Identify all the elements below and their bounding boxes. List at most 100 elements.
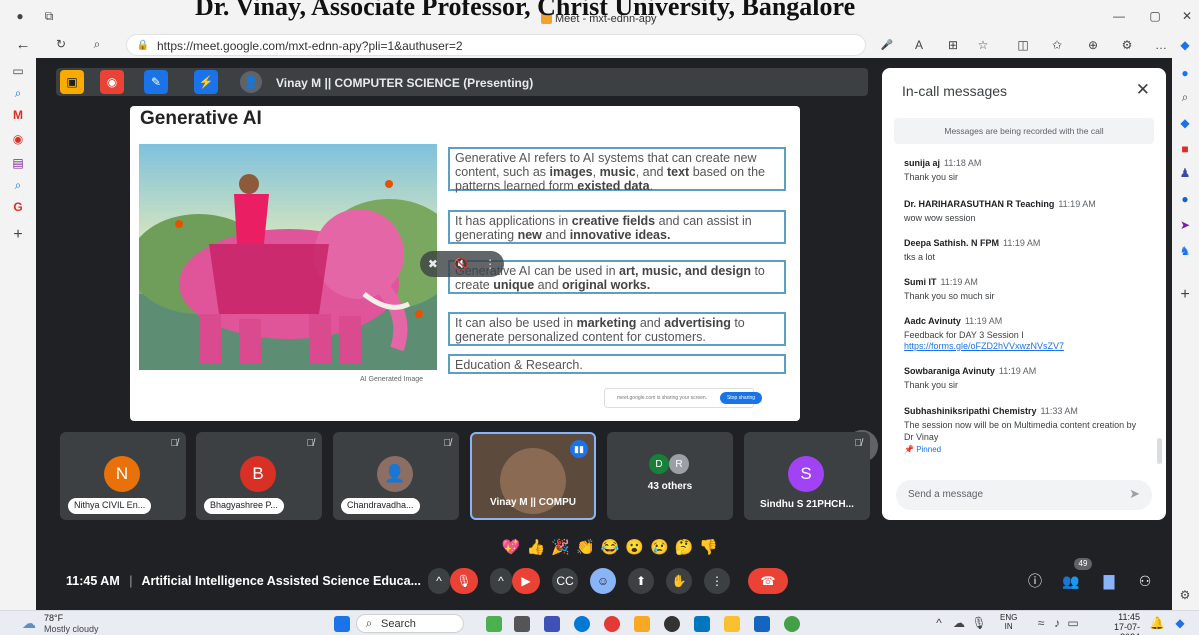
raise-hand-button[interactable]: ✋ [666, 568, 692, 594]
chat-icon[interactable]: ▇ [1100, 572, 1118, 590]
participant-tile[interactable]: 🎙̸ N Nithya CIVIL En... [60, 432, 186, 520]
emoji-button[interactable]: ☺ [590, 568, 616, 594]
sidebar-outlook-icon[interactable]: ● [1178, 192, 1192, 206]
maximize-icon[interactable]: ▢ [1148, 9, 1162, 23]
tray-mic-icon[interactable]: 🎙 [971, 616, 986, 630]
taskbar-search[interactable]: ⌕ Search [356, 614, 464, 633]
favorites-icon[interactable]: ✩ [1050, 38, 1064, 52]
profile-icon[interactable]: ● [14, 9, 26, 23]
url-field[interactable]: 🔒 https://meet.google.com/mxt-ednn-apy?p… [126, 34, 866, 56]
edge-icon[interactable] [574, 616, 590, 632]
sidebar-people-icon[interactable]: ♟ [1178, 166, 1192, 180]
volume-icon[interactable]: ♪ [1050, 616, 1064, 630]
send-message-input[interactable]: Send a message ➤ [896, 480, 1152, 510]
copilot-icon[interactable]: ◆ [1178, 38, 1192, 52]
taskbar-app-icon[interactable] [724, 616, 740, 632]
search-icon[interactable]: ⌕ [11, 86, 25, 100]
notification-bell-icon[interactable]: 🔔 [1150, 616, 1165, 630]
close-icon[interactable]: ✕ [1136, 80, 1150, 100]
app-available-icon[interactable]: ⊞ [946, 38, 960, 52]
participant-tile[interactable]: 🎙̸ 👤 Chandravadha... [333, 432, 459, 520]
mic-off-button[interactable]: 🎙 [450, 568, 478, 594]
reaction-thinking[interactable]: 🤔 [675, 538, 694, 556]
extensions-icon[interactable]: ⚙ [1120, 38, 1134, 52]
more-options-button[interactable]: ⋮ [704, 568, 730, 594]
weather-icon[interactable]: ☁ [20, 614, 38, 632]
tab-list-icon[interactable]: ▭ [11, 64, 25, 78]
sidebar-games-icon[interactable]: ♞ [1178, 244, 1192, 258]
windows-start-icon[interactable] [334, 616, 350, 632]
favorite-star-icon[interactable]: ☆ [976, 38, 990, 52]
record-button-icon[interactable]: ◉ [100, 70, 124, 94]
sidebar-tag-icon[interactable]: ◆ [1178, 116, 1192, 130]
back-icon[interactable]: ← [16, 36, 31, 53]
leave-call-button[interactable]: ☎ [748, 568, 788, 594]
sidebar-app-icon[interactable]: ● [1178, 66, 1192, 80]
camera-off-button[interactable]: ▶ [512, 568, 540, 594]
edit-icon[interactable]: ✎ [144, 70, 168, 94]
sidebar-settings-icon[interactable]: ⚙ [1178, 588, 1192, 602]
language-indicator[interactable]: ENG IN [1000, 613, 1017, 631]
chat-scrollbar[interactable] [1157, 438, 1162, 464]
app-icon[interactable]: ▤ [11, 156, 25, 170]
refresh-icon[interactable]: ↻ [54, 37, 68, 51]
reaction-thumbs-up[interactable]: 👍 [527, 538, 546, 556]
sidebar-arrow-icon[interactable]: ➤ [1178, 218, 1192, 232]
close-window-icon[interactable]: ✕ [1180, 9, 1194, 23]
search-app-icon[interactable]: ⌕ [11, 178, 25, 192]
mute-icon[interactable]: 🔇 [454, 257, 469, 271]
file-explorer-icon[interactable] [634, 616, 650, 632]
stop-sharing-button[interactable]: Stop sharing [720, 392, 762, 404]
tab-actions-icon[interactable]: ⧉ [42, 9, 56, 23]
effects-icon[interactable]: ⚡ [194, 70, 218, 94]
gmail-icon[interactable]: M [11, 108, 25, 122]
mic-permission-icon[interactable]: 🎤 [880, 38, 894, 52]
present-button[interactable]: ⬆ [628, 568, 654, 594]
reaction-surprised[interactable]: 😮 [625, 538, 644, 556]
taskbar-app-icon[interactable] [486, 616, 502, 632]
tray-cloud-icon[interactable]: ☁ [952, 616, 966, 630]
copilot-taskbar-icon[interactable]: ◆ [1172, 615, 1188, 631]
record-icon[interactable]: ◉ [11, 132, 25, 146]
activities-icon[interactable]: ⚇ [1136, 572, 1154, 590]
sidebar-tools-icon[interactable]: ■ [1178, 142, 1192, 156]
collections-icon[interactable]: ⊕ [1086, 38, 1100, 52]
store-icon[interactable] [694, 616, 710, 632]
battery-icon[interactable]: ▭ [1066, 616, 1080, 630]
screen-share-icon[interactable]: ▣ [60, 70, 84, 94]
captions-button[interactable]: CC [552, 568, 578, 594]
reaction-heart[interactable]: 💖 [502, 538, 521, 556]
google-icon[interactable]: G [11, 200, 25, 214]
chrome-icon[interactable] [604, 616, 620, 632]
reaction-clap[interactable]: 👏 [576, 538, 595, 556]
others-tile[interactable]: D R 43 others [607, 432, 733, 520]
clock[interactable]: 11:45 17-07-2024 [1094, 612, 1140, 635]
participant-tile[interactable]: 🎙̸ B Bhagyashree P... [196, 432, 322, 520]
tray-chevron-icon[interactable]: ^ [932, 616, 946, 630]
word-icon[interactable] [754, 616, 770, 632]
task-view-icon[interactable] [514, 616, 530, 632]
dell-icon[interactable] [664, 616, 680, 632]
wifi-icon[interactable]: ≈ [1034, 616, 1048, 630]
camera-options-chevron-icon[interactable]: ^ [490, 568, 512, 594]
minimize-icon[interactable]: — [1112, 9, 1126, 23]
search-icon[interactable]: ⌕ [90, 37, 104, 51]
send-icon[interactable]: ➤ [1129, 486, 1140, 502]
chrome-profile-icon[interactable] [784, 616, 800, 632]
reaction-thumbs-down[interactable]: 👎 [699, 538, 718, 556]
mic-options-chevron-icon[interactable]: ^ [428, 568, 450, 594]
read-aloud-icon[interactable]: A [912, 38, 926, 52]
meeting-details-icon[interactable]: ⓘ [1026, 572, 1044, 590]
more-menu-icon[interactable]: … [1154, 38, 1168, 52]
more-options-icon[interactable]: ⋮ [484, 257, 496, 271]
sidebar-search-icon[interactable]: ⌕ [1178, 90, 1192, 104]
reaction-laugh[interactable]: 😂 [601, 538, 620, 556]
teams-icon[interactable] [544, 616, 560, 632]
add-icon[interactable]: + [11, 226, 25, 243]
pin-off-icon[interactable]: ✖ [428, 257, 438, 271]
split-screen-icon[interactable]: ◫ [1016, 38, 1030, 52]
reaction-sad[interactable]: 😢 [650, 538, 669, 556]
people-icon[interactable]: 👥 [1062, 572, 1080, 590]
sidebar-add-icon[interactable]: + [1178, 286, 1192, 303]
participant-tile[interactable]: 🎙̸ S Sindhu S 21PHCH... [744, 432, 870, 520]
